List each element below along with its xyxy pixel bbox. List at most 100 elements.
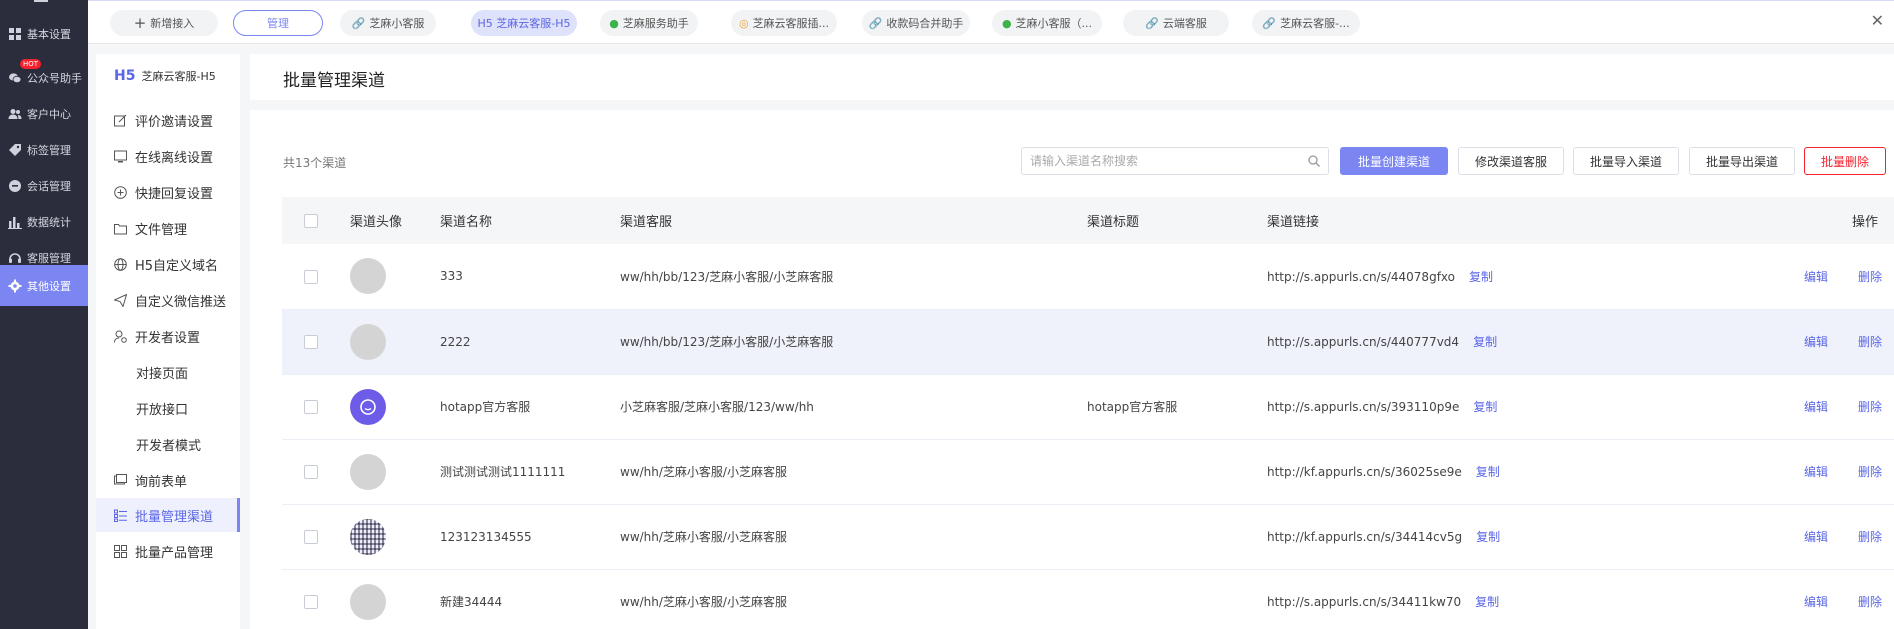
table-row: 测试测试测试1111111 ww/hh/芝麻小客服/小芝麻客服 http://k… — [282, 439, 1894, 504]
edit-button[interactable]: 编辑 — [1804, 595, 1828, 609]
edit-button[interactable]: 编辑 — [1804, 335, 1828, 349]
sidebar-item-evaluation[interactable]: 评价邀请设置 — [96, 103, 240, 137]
batch-export-button[interactable]: 批量导出渠道 — [1689, 147, 1795, 175]
channel-service: ww/hh/芝麻小客服/小芝麻客服 — [620, 530, 787, 544]
sidebar-item-label: 评价邀请设置 — [135, 114, 214, 130]
tab-zhima-yunkefu-h5[interactable]: H5 芝麻云客服-H5 — [471, 10, 577, 36]
menu-icon[interactable] — [34, 0, 48, 2]
edit-button[interactable]: 编辑 — [1804, 530, 1828, 544]
sidebar-item-label: 开发者模式 — [136, 438, 202, 454]
copy-link-button[interactable]: 复制 — [1476, 530, 1500, 544]
nav-item-customer-center[interactable]: 客户中心 — [0, 93, 88, 134]
channel-service: ww/hh/bb/123/芝麻小客服/小芝麻客服 — [620, 269, 834, 284]
sidebar-item-batch-products[interactable]: 批量产品管理 — [96, 534, 240, 568]
sidebar-item-label: 自定义微信推送 — [135, 294, 227, 310]
sidebar-item-integration-page[interactable]: 对接页面 — [96, 355, 240, 389]
batch-import-button[interactable]: 批量导入渠道 — [1573, 147, 1679, 175]
delete-button[interactable]: 删除 — [1858, 595, 1882, 609]
search-input[interactable] — [1030, 154, 1290, 168]
tab-zhima-yunkefu-more[interactable]: 🔗 芝麻云客服-... — [1252, 10, 1360, 36]
edit-button[interactable]: 编辑 — [1804, 270, 1828, 284]
nav-item-basic-settings[interactable]: 基本设置 — [0, 13, 88, 54]
send-icon — [114, 293, 127, 307]
delete-button[interactable]: 删除 — [1858, 530, 1882, 544]
sidebar-item-pre-chat-form[interactable]: 询前表单 — [96, 463, 240, 497]
tab-zhima-xiaokefu[interactable]: 🔗 芝麻小客服 — [340, 10, 436, 36]
actions-header-label: 操作 — [1851, 215, 1878, 230]
sidebar-item-wechat-push[interactable]: 自定义微信推送 — [96, 283, 240, 317]
plus-circle-icon — [114, 185, 127, 199]
tab-zhima-service-assistant[interactable]: ● 芝麻服务助手 — [600, 10, 698, 36]
copy-link-button[interactable]: 复制 — [1473, 400, 1497, 414]
select-all-checkbox[interactable] — [304, 213, 318, 228]
sidebar-item-open-api[interactable]: 开放接口 — [96, 391, 240, 425]
edit-button[interactable]: 编辑 — [1804, 400, 1828, 414]
nav-item-label: 数据统计 — [27, 215, 71, 229]
tab-zhima-yunkefu-plugin[interactable]: ◎ 芝麻云客服插... — [731, 10, 837, 36]
nav-item-wechat-assistant[interactable]: HOT 公众号助手 — [0, 57, 88, 98]
folder-icon — [114, 223, 127, 234]
sidebar-item-label: 询前表单 — [135, 474, 188, 490]
close-icon[interactable]: ✕ — [1871, 11, 1884, 30]
tab-zhima-xiaokefu-2[interactable]: ● 芝麻小客服（... — [992, 10, 1102, 36]
wechat-icon: ● — [609, 16, 619, 30]
sidebar-item-quick-reply[interactable]: 快捷回复设置 — [96, 175, 240, 209]
batch-create-button[interactable]: 批量创建渠道 — [1340, 147, 1448, 175]
manage-label: 管理 — [267, 17, 289, 30]
channel-table: 渠道头像 渠道名称 渠道客服 渠道标题 渠道链接 操作 333 ww/hh/bb… — [282, 197, 1894, 629]
edit-button[interactable]: 编辑 — [1804, 465, 1828, 479]
row-checkbox[interactable] — [304, 399, 318, 414]
sidebar-item-h5-domain[interactable]: H5自定义域名 — [96, 247, 240, 281]
channel-link: http://s.appurls.cn/s/440777vd4 — [1267, 335, 1460, 349]
table-header-row: 渠道头像 渠道名称 渠道客服 渠道标题 渠道链接 操作 — [282, 197, 1894, 244]
channel-name: hotapp官方客服 — [440, 400, 531, 414]
chat-bubble-icon — [360, 398, 376, 415]
search-icon[interactable] — [1308, 155, 1320, 167]
copy-link-button[interactable]: 复制 — [1475, 595, 1499, 609]
sidebar-item-batch-channels[interactable]: 批量管理渠道 — [96, 498, 240, 532]
row-checkbox[interactable] — [304, 269, 318, 284]
add-access-button[interactable]: + 新增接入 — [110, 10, 218, 36]
wechat-icon: ● — [1001, 16, 1012, 30]
tab-cloud-service[interactable]: 🔗 云端客服 — [1123, 10, 1229, 36]
modify-service-button[interactable]: 修改渠道客服 — [1458, 147, 1564, 175]
sidebar-item-file-management[interactable]: 文件管理 — [96, 211, 240, 245]
sidebar-item-online-offline[interactable]: 在线离线设置 — [96, 139, 240, 173]
row-checkbox[interactable] — [304, 529, 318, 544]
nav-item-statistics[interactable]: 数据统计 — [0, 201, 88, 242]
globe-icon — [114, 257, 127, 271]
channel-avatar — [350, 583, 386, 620]
sidebar-item-label: 批量产品管理 — [135, 545, 214, 561]
tab-label: 云端客服 — [1162, 17, 1207, 30]
row-checkbox[interactable] — [304, 334, 318, 349]
delete-button[interactable]: 删除 — [1858, 270, 1882, 284]
delete-button[interactable]: 删除 — [1858, 465, 1882, 479]
delete-button[interactable]: 删除 — [1858, 335, 1882, 349]
nav-item-label: 公众号助手 — [27, 71, 82, 85]
grid-icon — [9, 27, 21, 40]
nav-item-other-settings[interactable]: 其他设置 — [0, 265, 88, 306]
copy-link-button[interactable]: 复制 — [1469, 270, 1493, 284]
channel-count: 共13个渠道 — [283, 156, 347, 170]
row-checkbox[interactable] — [304, 594, 318, 609]
column-header-name: 渠道名称 — [440, 215, 493, 230]
manage-button[interactable]: 管理 — [233, 10, 323, 36]
form-icon — [114, 473, 127, 484]
table-row: 333 ww/hh/bb/123/芝麻小客服/小芝麻客服 http://s.ap… — [282, 244, 1894, 309]
batch-delete-button[interactable]: 批量删除 — [1804, 147, 1886, 175]
nav-item-tag-management[interactable]: 标签管理 — [0, 129, 88, 170]
copy-link-button[interactable]: 复制 — [1476, 465, 1500, 479]
copy-link-button[interactable]: 复制 — [1473, 335, 1497, 349]
sidebar-item-label: 开发者设置 — [135, 330, 201, 346]
delete-button[interactable]: 删除 — [1858, 400, 1882, 414]
nav-item-label: 客服管理 — [27, 251, 71, 265]
nav-item-session-management[interactable]: 会话管理 — [0, 165, 88, 206]
sidebar-item-developer-settings[interactable]: 开发者设置 — [96, 319, 240, 353]
tab-label: 芝麻云客服-... — [1280, 17, 1350, 30]
page-title: 批量管理渠道 — [283, 71, 385, 91]
sidebar-item-developer-mode[interactable]: 开发者模式 — [96, 427, 240, 461]
sidebar-item-label: 在线离线设置 — [135, 150, 214, 166]
tab-label: 芝麻小客服（... — [1015, 17, 1093, 30]
tab-payment-code-helper[interactable]: 🔗 收款码合并助手 — [862, 10, 970, 36]
row-checkbox[interactable] — [304, 464, 318, 479]
